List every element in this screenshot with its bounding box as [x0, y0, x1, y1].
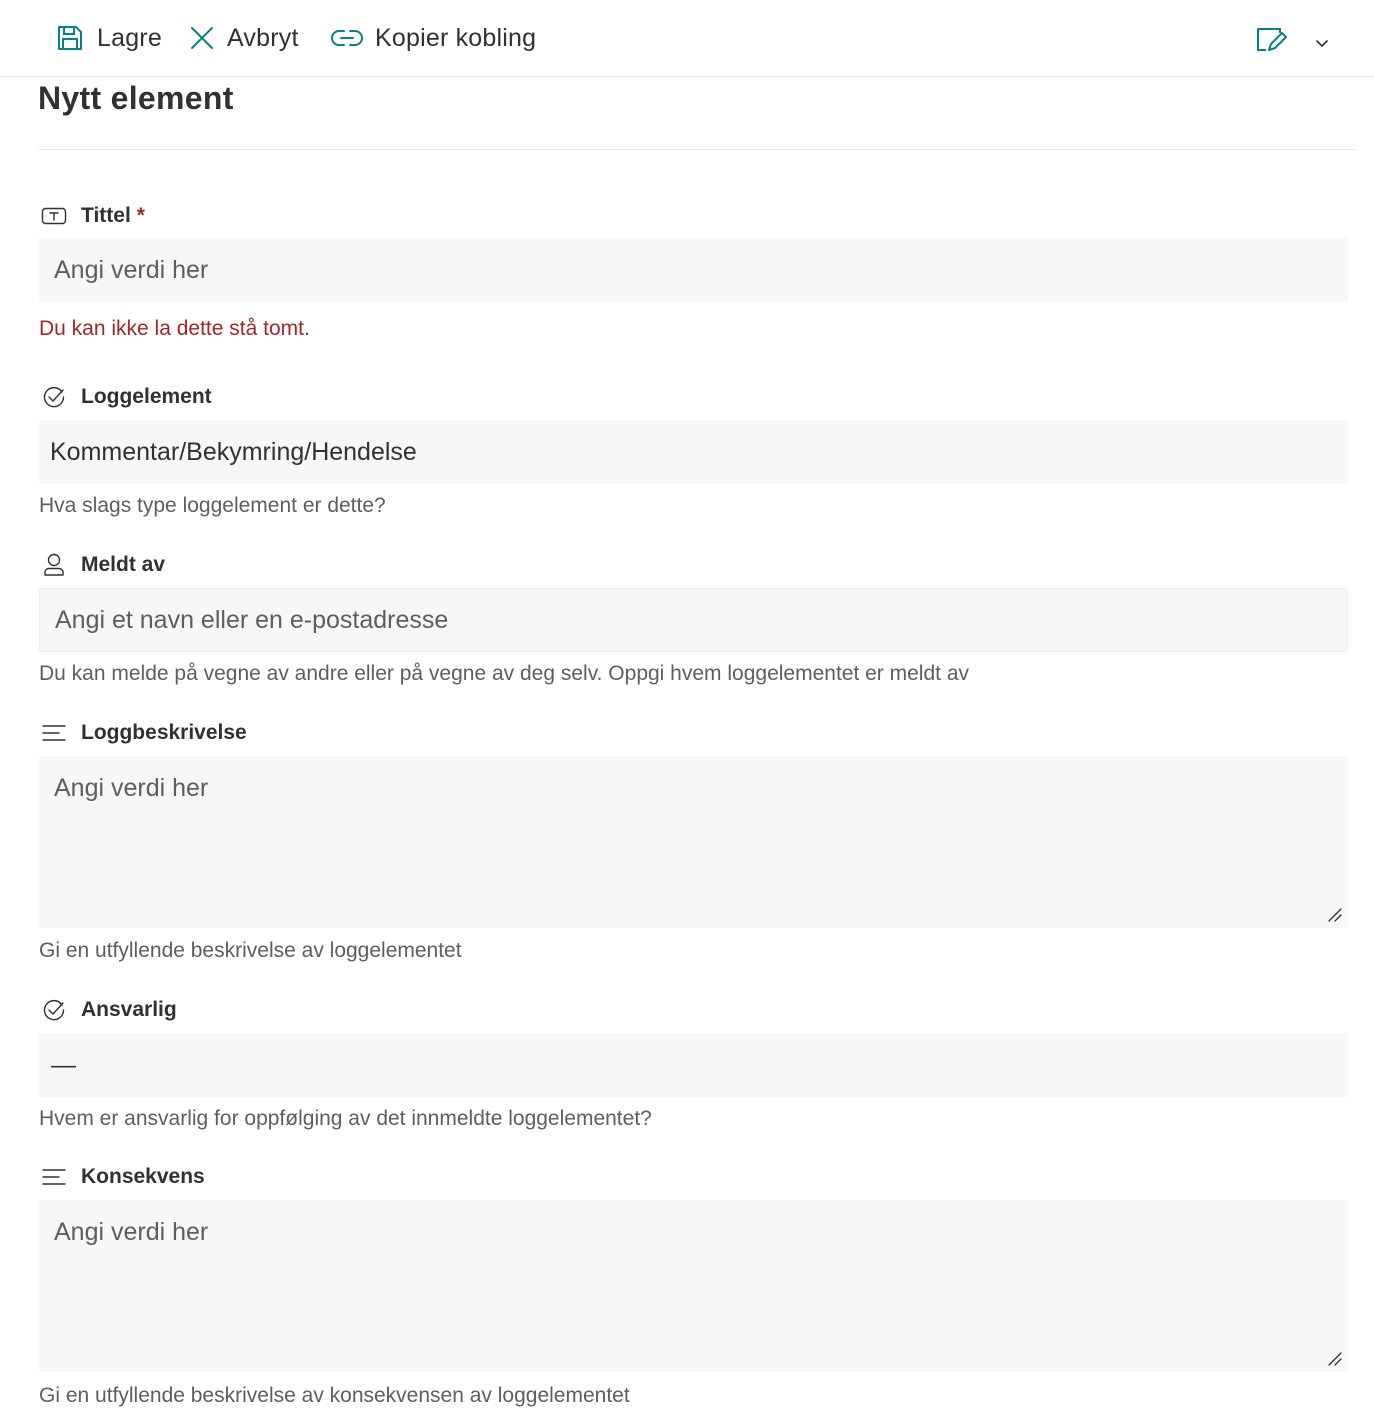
copy-link-label: Kopier kobling — [375, 23, 537, 52]
multiline-text-icon — [40, 719, 68, 747]
field-label-title: Tittel * — [40, 201, 145, 231]
resize-handle-icon[interactable] — [1328, 908, 1342, 922]
consequence-placeholder: Angi verdi her — [54, 1218, 209, 1246]
field-label-text: Tittel — [81, 204, 131, 227]
responsible-help: Hvem er ansvarlig for oppfølging av det … — [39, 1107, 652, 1130]
field-label-log-description: Loggbeskrivelse — [40, 718, 247, 748]
field-label-text: Loggbeskrivelse — [81, 721, 247, 744]
required-indicator: * — [136, 204, 145, 227]
log-description-help: Gi en utfyllende beskrivelse av loggelem… — [39, 939, 462, 962]
title-error-message: Du kan ikke la dette stå tomt. — [39, 317, 310, 340]
link-icon — [331, 26, 363, 50]
consequence-help: Gi en utfyllende beskrivelse av konsekve… — [39, 1384, 630, 1407]
log-description-textarea[interactable]: Angi verdi her — [39, 756, 1348, 928]
resize-handle-icon[interactable] — [1328, 1352, 1342, 1366]
cancel-label: Avbryt — [227, 23, 299, 52]
save-icon — [55, 23, 85, 53]
consequence-textarea[interactable]: Angi verdi her — [39, 1200, 1348, 1372]
options-dropdown-button[interactable] — [1312, 24, 1332, 64]
command-bar: Lagre Avbryt Kopier kobling — [0, 0, 1374, 77]
cancel-button[interactable]: Avbryt — [189, 18, 299, 58]
log-item-help: Hva slags type loggelement er dette? — [39, 494, 386, 517]
text-field-icon — [40, 202, 68, 230]
field-label-text: Ansvarlig — [81, 998, 177, 1021]
field-label-text: Loggelement — [81, 385, 212, 408]
choice-check-icon — [40, 383, 68, 411]
reported-by-people-picker[interactable]: Angi et navn eller en e-postadresse — [39, 588, 1348, 652]
copy-link-button[interactable]: Kopier kobling — [331, 18, 536, 58]
field-label-reported-by: Meldt av — [40, 550, 165, 580]
field-label-log-item: Loggelement — [40, 382, 212, 412]
person-icon — [40, 551, 68, 579]
field-label-responsible: Ansvarlig — [40, 995, 177, 1025]
title-divider — [38, 149, 1356, 150]
log-item-choice[interactable]: Kommentar/Bekymring/Hendelse — [39, 420, 1348, 484]
save-label: Lagre — [97, 23, 162, 52]
field-label-text: Konsekvens — [81, 1165, 205, 1188]
edit-form-button[interactable] — [1254, 20, 1288, 60]
title-input[interactable]: Angi verdi her — [39, 238, 1348, 302]
field-label-consequence: Konsekvens — [40, 1162, 205, 1192]
save-button[interactable]: Lagre — [55, 18, 162, 58]
responsible-choice[interactable]: — — [39, 1033, 1348, 1097]
edit-form-icon — [1254, 23, 1288, 57]
page-title: Nytt element — [38, 80, 234, 116]
close-icon — [189, 25, 215, 51]
field-label-text: Meldt av — [81, 553, 166, 576]
log-description-placeholder: Angi verdi her — [54, 774, 209, 802]
multiline-text-icon — [40, 1163, 68, 1191]
chevron-down-icon — [1312, 34, 1332, 54]
choice-check-icon — [40, 996, 68, 1024]
reported-by-help: Du kan melde på vegne av andre eller på … — [39, 662, 969, 685]
